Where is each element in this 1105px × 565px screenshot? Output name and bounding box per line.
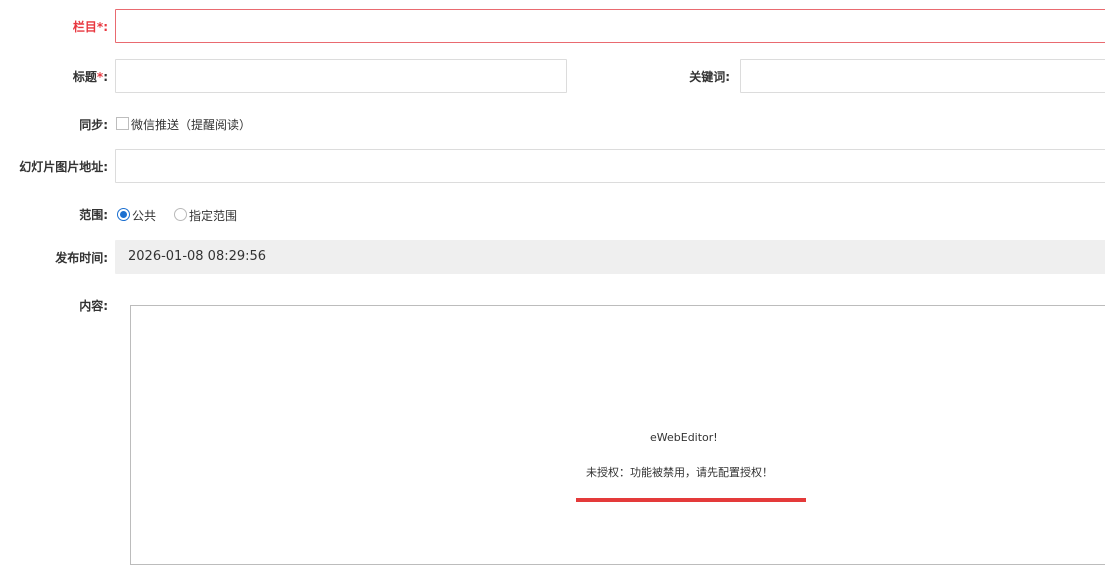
keywords-input[interactable]: [740, 59, 1105, 93]
publish-time-row: 发布时间: 2026-01-08 08:29:56: [0, 240, 1105, 276]
column-label-text: 栏目: [72, 20, 97, 34]
editor-unlicensed-message: 未授权：功能被禁用，请先配置授权！: [586, 466, 773, 479]
publish-time-input[interactable]: 2026-01-08 08:29:56: [115, 240, 1105, 274]
slide-image-input[interactable]: [115, 149, 1105, 183]
content-label-wrap: 内容:: [0, 297, 108, 317]
slide-image-label: 幻灯片图片地址:: [19, 160, 108, 174]
scope-specified-radio[interactable]: [174, 208, 187, 221]
title-label: 标题*:: [73, 68, 108, 85]
publish-time-label-wrap: 发布时间:: [0, 240, 108, 274]
title-label-wrap: 标题*:: [0, 59, 108, 93]
keywords-label: 关键词:: [689, 70, 730, 84]
wechat-push-label[interactable]: 微信推送（提醒阅读）: [131, 116, 251, 133]
slide-image-row: 幻灯片图片地址:: [0, 149, 1105, 185]
title-label-text: 标题: [72, 70, 97, 84]
column-row: 栏目*:: [0, 9, 1105, 45]
editor-name: eWebEditor!: [650, 431, 718, 444]
publish-time-label: 发布时间:: [55, 251, 108, 265]
sync-row: 同步: 微信推送（提醒阅读）: [0, 114, 1105, 134]
column-input[interactable]: [115, 9, 1105, 43]
label-colon: :: [103, 70, 108, 84]
scope-specified-label[interactable]: 指定范围: [189, 207, 237, 224]
editor-accent-bar: [576, 498, 806, 502]
title-row: 标题*: 关键词:: [0, 59, 1105, 95]
column-label: 栏目*:: [73, 18, 108, 35]
scope-public-radio[interactable]: [117, 208, 130, 221]
content-editor[interactable]: eWebEditor! 未授权：功能被禁用，请先配置授权！: [130, 305, 1105, 565]
scope-row: 范围: 公共 指定范围: [0, 204, 1105, 224]
scope-label: 范围:: [79, 208, 108, 222]
scope-label-wrap: 范围:: [0, 204, 108, 224]
keywords-label-wrap: 关键词:: [600, 59, 730, 93]
title-input[interactable]: [115, 59, 567, 93]
sync-label-wrap: 同步:: [0, 114, 108, 134]
scope-public-label[interactable]: 公共: [132, 207, 156, 224]
wechat-push-checkbox[interactable]: [116, 117, 129, 130]
slide-image-label-wrap: 幻灯片图片地址:: [0, 149, 108, 183]
content-label: 内容:: [79, 299, 108, 313]
column-label-wrap: 栏目*:: [0, 9, 108, 43]
sync-label: 同步:: [79, 118, 108, 132]
label-colon: :: [103, 20, 108, 34]
